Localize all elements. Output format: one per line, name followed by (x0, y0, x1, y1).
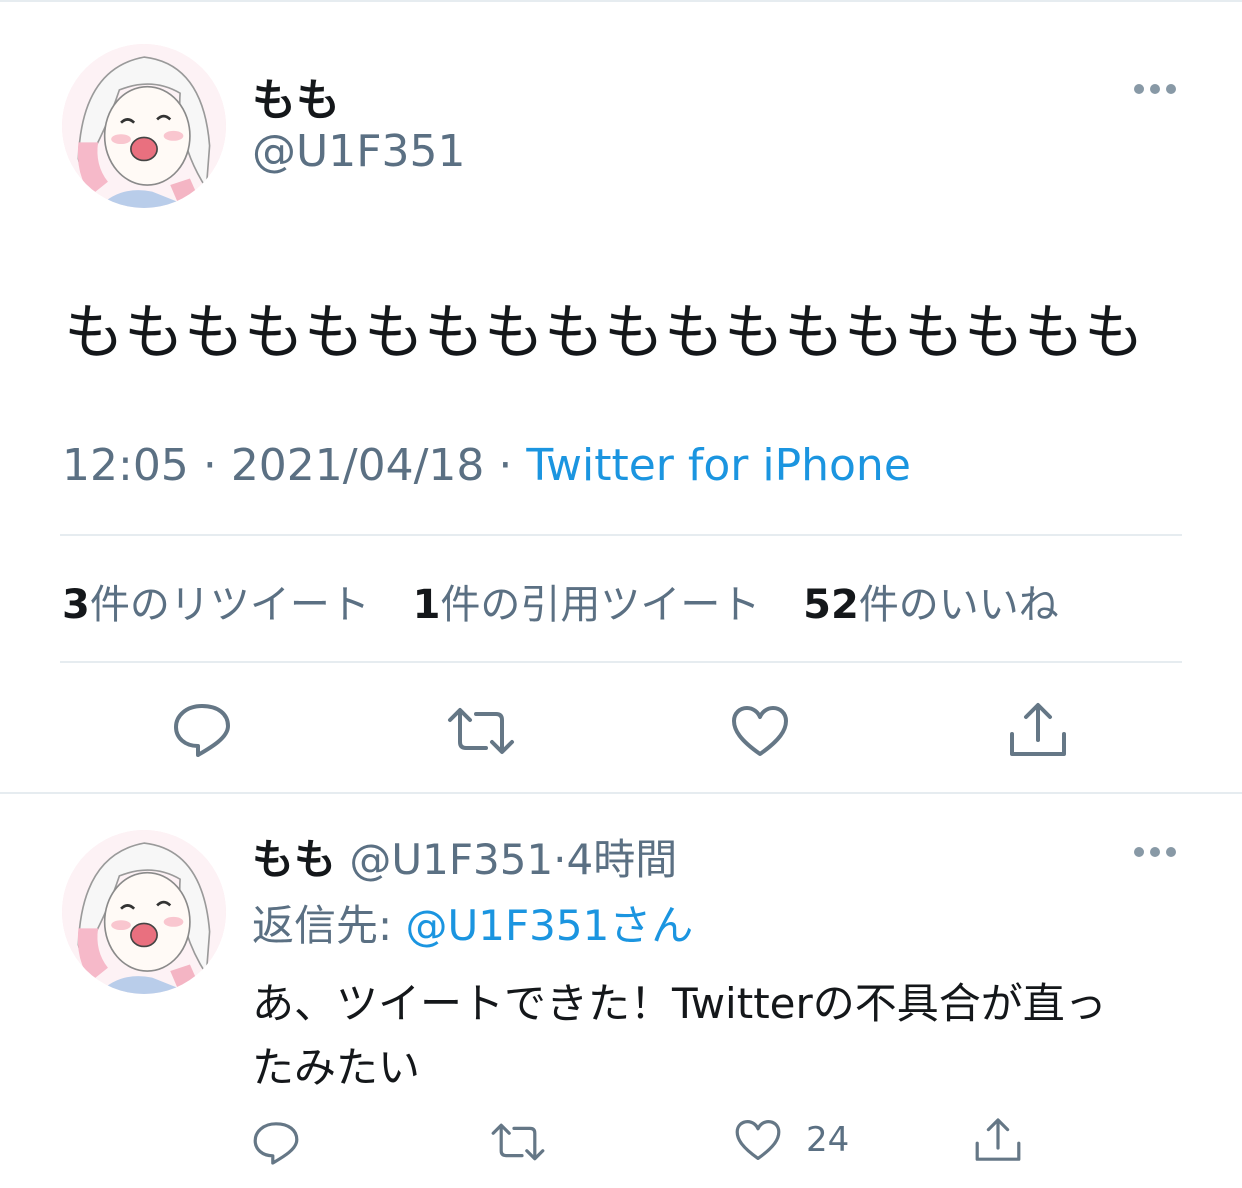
retweet-button[interactable] (446, 706, 516, 756)
like-button[interactable] (730, 704, 790, 758)
tweet-date: 2021/04/18 (230, 440, 485, 491)
top-divider (0, 0, 1242, 2)
likes-count: 52 (803, 582, 859, 628)
replying-to: 返信先: @U1F351さん (252, 892, 693, 953)
handle[interactable]: @U1F351 (252, 126, 466, 177)
share-button[interactable] (1008, 700, 1068, 760)
reply-text-line: たみたい (252, 1043, 421, 1092)
likes-stat[interactable]: 52件のいいね (803, 582, 1059, 628)
time-ago[interactable]: 4時間 (567, 835, 678, 884)
tweet-source-link[interactable]: Twitter for iPhone (526, 440, 910, 491)
reply-icon (174, 704, 230, 757)
meta-separator: · (553, 835, 567, 884)
share-icon (1010, 703, 1066, 756)
quotes-label: 件の引用ツイート (440, 582, 761, 628)
display-name[interactable]: もも (252, 64, 340, 128)
meta-separator: · (498, 440, 513, 491)
tweet-text: もももももももももももももももももも (64, 298, 1144, 368)
retweet-icon (448, 708, 514, 754)
handle[interactable]: @U1F351 (349, 835, 553, 884)
like-icon (735, 1120, 781, 1160)
avatar[interactable] (62, 44, 226, 208)
like-icon (732, 706, 788, 756)
like-count: 24 (806, 1120, 850, 1160)
avatar[interactable] (62, 830, 226, 994)
like-button[interactable]: 24 (734, 1118, 849, 1162)
reply-button[interactable] (172, 702, 232, 758)
retweet-button[interactable] (490, 1122, 546, 1162)
display-name[interactable]: もも (252, 835, 336, 884)
tweet-time: 12:05 (62, 440, 189, 491)
avatar-image (62, 44, 226, 208)
retweets-stat[interactable]: 3件のリツイート (62, 582, 370, 628)
reply-button[interactable] (252, 1120, 300, 1166)
reply-text-line: あ、ツイートできた！Twitterの不具合が直っ (252, 979, 1107, 1028)
replying-to-label: 返信先: (252, 901, 393, 950)
replying-to-user-link[interactable]: @U1F351さん (406, 901, 694, 950)
divider (60, 534, 1182, 536)
tweet-stats: 3件のリツイート 1件の引用ツイート 52件のいいね (62, 572, 1089, 630)
quotes-stat[interactable]: 1件の引用ツイート (413, 582, 761, 628)
divider (60, 661, 1182, 663)
retweets-label: 件のリツイート (89, 582, 370, 628)
more-icon[interactable] (1134, 84, 1176, 96)
likes-label: 件のいいね (858, 582, 1059, 628)
reply-text: あ、ツイートできた！Twitterの不具合が直っ たみたい (252, 972, 1192, 1100)
reply-header: もも @U1F351·4時間 (252, 826, 677, 887)
more-icon[interactable] (1134, 847, 1176, 859)
avatar-image (62, 830, 226, 994)
retweets-count: 3 (62, 582, 90, 628)
share-icon (975, 1118, 1021, 1161)
meta-separator: · (202, 440, 217, 491)
share-button[interactable] (974, 1116, 1022, 1164)
tweet-meta: 12:05 · 2021/04/18 · Twitter for iPhone (62, 440, 911, 491)
reply-icon (253, 1122, 299, 1165)
quotes-count: 1 (412, 582, 441, 628)
section-divider (0, 792, 1242, 794)
retweet-icon (491, 1123, 545, 1161)
